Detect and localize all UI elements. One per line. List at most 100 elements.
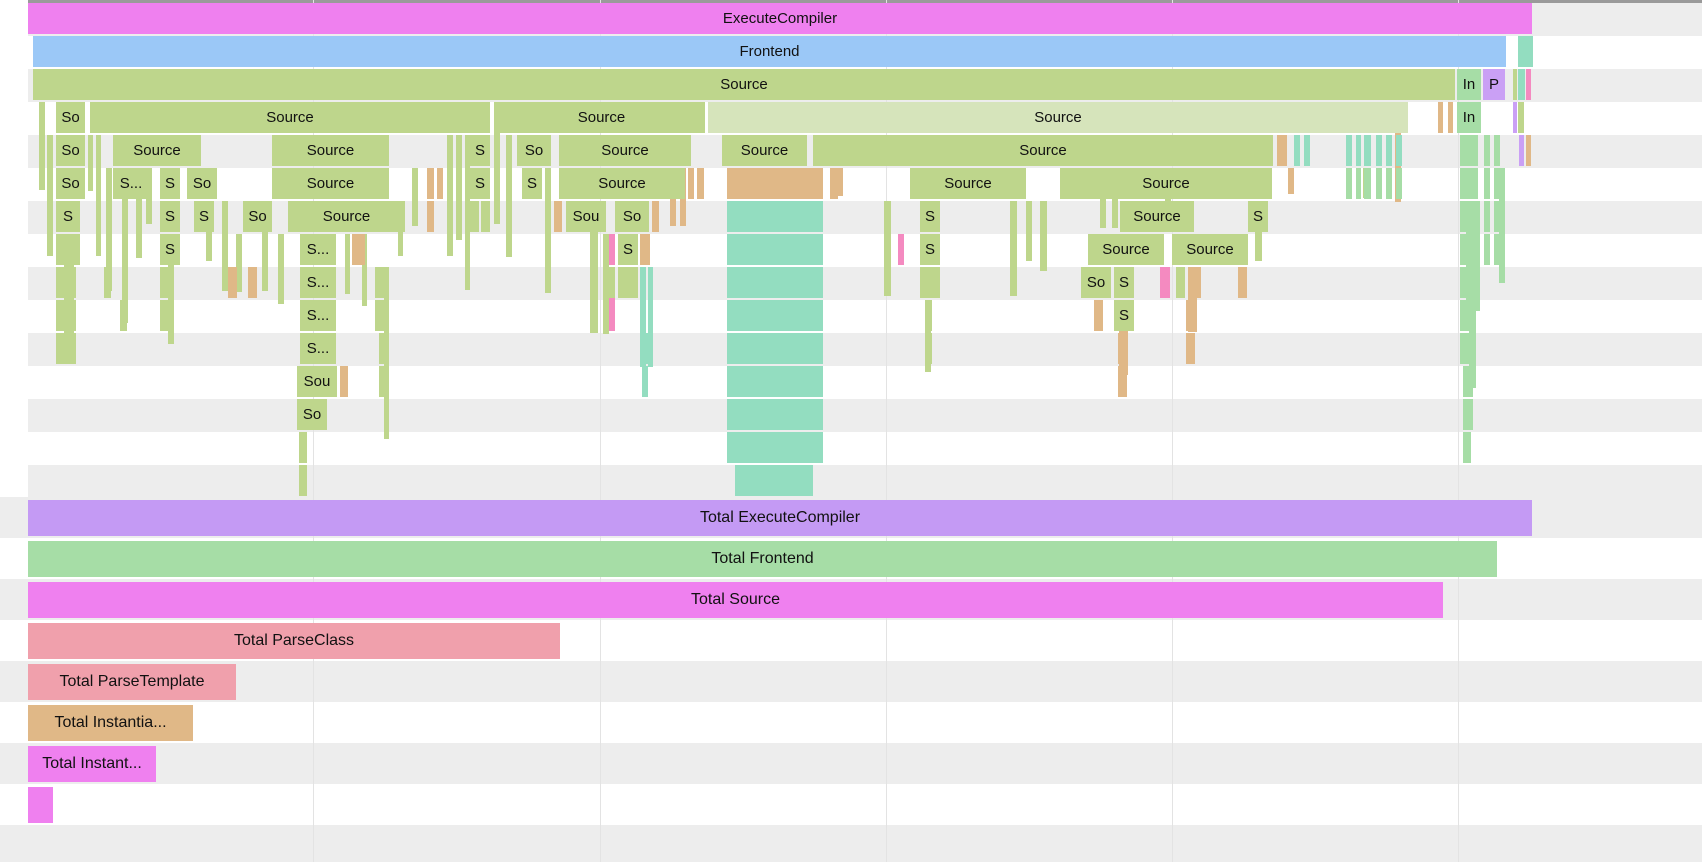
flame-block-unlabeled[interactable] — [375, 267, 387, 298]
flame-block[interactable]: Sou — [297, 366, 337, 397]
flame-graph-panel[interactable]: ExecuteCompiler Frontend Source In P So Source… — [0, 0, 1702, 498]
flame-block-unlabeled[interactable] — [554, 201, 562, 232]
flame-block-unlabeled[interactable] — [1438, 102, 1443, 133]
flame-block-unlabeled[interactable] — [727, 399, 823, 430]
flame-block-unlabeled[interactable] — [609, 234, 615, 265]
total-bar[interactable]: Total Instantia... — [28, 705, 193, 741]
flame-block[interactable]: So — [615, 201, 649, 232]
flame-column[interactable] — [648, 267, 653, 367]
flame-block-unlabeled[interactable] — [925, 333, 932, 364]
flame-block-unlabeled[interactable] — [1460, 234, 1478, 265]
flame-block[interactable]: So — [243, 201, 272, 232]
flame-block-unlabeled[interactable] — [1518, 36, 1533, 67]
flame-block-unlabeled[interactable] — [1186, 300, 1195, 331]
flame-block[interactable]: S — [920, 201, 940, 232]
flame-column[interactable] — [1288, 168, 1294, 194]
flame-block[interactable]: S... — [300, 267, 336, 298]
flame-column[interactable] — [1040, 201, 1047, 271]
flame-block[interactable]: In — [1457, 69, 1481, 100]
flame-block-unlabeled[interactable] — [727, 201, 823, 232]
flame-block[interactable]: Source — [1172, 234, 1248, 265]
flame-block-unlabeled[interactable] — [697, 168, 704, 199]
flame-block[interactable]: Source — [722, 135, 807, 166]
flame-block[interactable]: Source — [559, 168, 685, 199]
flame-block[interactable]: S — [1248, 201, 1268, 232]
flame-block-unlabeled[interactable] — [56, 333, 76, 364]
flame-block-unlabeled[interactable] — [1526, 135, 1531, 166]
flame-block-unlabeled[interactable] — [470, 201, 479, 232]
flame-block-unlabeled[interactable] — [1460, 135, 1478, 166]
total-bar[interactable]: Total Frontend — [28, 541, 1497, 577]
flame-column[interactable] — [884, 201, 891, 296]
flame-block-unlabeled[interactable] — [427, 168, 434, 199]
total-bar[interactable] — [28, 787, 53, 823]
flame-column[interactable] — [545, 168, 551, 293]
flame-block[interactable]: S — [470, 135, 490, 166]
flame-block-unlabeled[interactable] — [1386, 135, 1392, 166]
flame-block[interactable]: S — [1114, 300, 1134, 331]
flame-block[interactable]: S — [522, 168, 542, 199]
flame-block[interactable]: Source — [1060, 168, 1272, 199]
flame-block-unlabeled[interactable] — [1396, 168, 1402, 199]
flame-block-unlabeled[interactable] — [1396, 135, 1402, 166]
total-bar[interactable]: Total ParseClass — [28, 623, 560, 659]
flame-block-unlabeled[interactable] — [1519, 135, 1524, 166]
flame-block-unlabeled[interactable] — [1118, 333, 1127, 364]
flame-block-unlabeled[interactable] — [920, 267, 940, 298]
flame-block[interactable]: ExecuteCompiler — [28, 3, 1532, 34]
flame-block-unlabeled[interactable] — [1513, 69, 1517, 100]
flame-column[interactable] — [506, 135, 512, 257]
flame-block[interactable]: S — [470, 168, 490, 199]
flame-block-unlabeled[interactable] — [609, 300, 615, 331]
flame-block-unlabeled[interactable] — [160, 300, 174, 331]
flame-block[interactable]: So — [517, 135, 551, 166]
flame-block-unlabeled[interactable] — [830, 168, 838, 199]
flame-block[interactable]: So — [187, 168, 217, 199]
flame-block-unlabeled[interactable] — [1376, 168, 1382, 199]
flame-column[interactable] — [412, 168, 418, 226]
flame-block-unlabeled[interactable] — [609, 267, 615, 298]
flame-block-unlabeled[interactable] — [1238, 267, 1247, 298]
flame-block-unlabeled[interactable] — [1448, 102, 1453, 133]
flame-block[interactable]: So — [56, 102, 85, 133]
flame-block-unlabeled[interactable] — [1364, 135, 1371, 166]
flame-block[interactable]: S — [160, 168, 180, 199]
flame-column[interactable] — [96, 135, 101, 256]
flame-block-unlabeled[interactable] — [727, 432, 823, 463]
flame-block[interactable]: S — [56, 201, 80, 232]
flame-block[interactable]: Source — [90, 102, 490, 133]
flame-block-unlabeled[interactable] — [1346, 168, 1352, 199]
flame-block-unlabeled[interactable] — [642, 333, 648, 364]
flame-block[interactable]: So — [56, 135, 85, 166]
flame-block[interactable]: S — [160, 201, 180, 232]
flame-block[interactable]: Source — [498, 102, 705, 133]
flame-block-unlabeled[interactable] — [1484, 135, 1490, 166]
flame-block-unlabeled[interactable] — [618, 267, 638, 298]
flame-block[interactable]: S — [1114, 267, 1134, 298]
flame-block-unlabeled[interactable] — [299, 432, 307, 463]
flame-block[interactable]: Source — [813, 135, 1273, 166]
flame-column[interactable] — [345, 234, 350, 294]
flame-block-unlabeled[interactable] — [1460, 201, 1478, 232]
flame-block[interactable]: Source — [288, 201, 405, 232]
flame-block[interactable]: Source — [272, 168, 389, 199]
flame-block-unlabeled[interactable] — [1463, 399, 1473, 430]
flame-block[interactable]: Source — [272, 135, 389, 166]
flame-block[interactable]: Source — [559, 135, 691, 166]
flame-block-unlabeled[interactable] — [1160, 267, 1170, 298]
flame-block-unlabeled[interactable] — [1460, 333, 1474, 364]
flame-block-unlabeled[interactable] — [1277, 135, 1287, 166]
flame-block-unlabeled[interactable] — [1460, 267, 1474, 298]
flame-block-unlabeled[interactable] — [1526, 69, 1531, 100]
flame-block[interactable]: S... — [300, 300, 336, 331]
flame-block-unlabeled[interactable] — [1304, 135, 1310, 166]
flame-block[interactable]: In — [1457, 102, 1481, 133]
flame-block-unlabeled[interactable] — [1356, 168, 1361, 199]
flame-block-unlabeled[interactable] — [1460, 168, 1478, 199]
flame-block-unlabeled[interactable] — [1176, 267, 1185, 298]
flame-block[interactable]: Source — [1120, 201, 1194, 232]
flame-block-unlabeled[interactable] — [898, 234, 904, 265]
flame-block-unlabeled[interactable] — [1484, 201, 1490, 232]
flame-block-unlabeled[interactable] — [1376, 135, 1382, 166]
flame-block-unlabeled[interactable] — [437, 168, 443, 199]
